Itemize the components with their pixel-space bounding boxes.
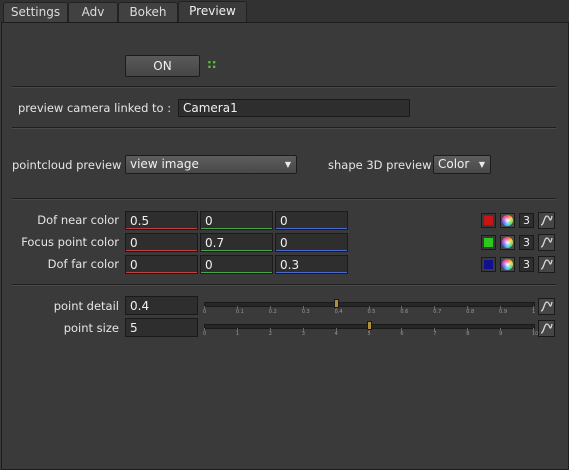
channel-count[interactable]: 3 [519, 213, 534, 228]
color-label: Dof near color [37, 213, 119, 227]
on-button[interactable]: ON [125, 55, 200, 77]
tab-bar: Settings Adv Bokeh Preview [0, 0, 569, 23]
color-wheel-icon[interactable] [500, 213, 515, 228]
slider-tick-label: 5 [367, 331, 371, 337]
divider [12, 284, 556, 286]
slider-track[interactable] [204, 302, 535, 307]
color-swatch[interactable] [481, 257, 496, 272]
color-swatch[interactable] [481, 213, 496, 228]
slider-tick-label: 3 [301, 331, 305, 337]
color-wheel-icon[interactable] [500, 257, 515, 272]
slider-tick-label: 0 [203, 309, 207, 315]
blue-field[interactable]: 0 [275, 211, 348, 230]
slider-tick-label: 0.5 [367, 309, 376, 315]
slider-value-field[interactable]: 0.4 [125, 296, 198, 315]
pointcloud-value: view image [130, 157, 199, 171]
color-wheel-icon[interactable] [500, 235, 515, 250]
camera-field[interactable]: Camera1 [178, 99, 410, 117]
slider-tick-label: 0.1 [235, 309, 244, 315]
slider-tick-label: 0 [203, 331, 207, 337]
slider-tick-label: 4 [334, 331, 338, 337]
color-swatch-fill [484, 260, 493, 269]
slider-label: point detail [53, 299, 119, 313]
slider-tick-label: 0.6 [400, 309, 409, 315]
green-field[interactable]: 0.7 [200, 233, 273, 252]
red-field[interactable]: 0.5 [125, 211, 198, 230]
shape-value: Color [438, 157, 470, 171]
slider-value-field[interactable]: 5 [125, 318, 198, 337]
color-label: Dof far color [47, 257, 119, 271]
on-indicator: :: [207, 57, 217, 71]
color-swatch[interactable] [481, 235, 496, 250]
slider-tick-label: 9 [499, 331, 503, 337]
dropdown-arrow-icon: ▼ [284, 160, 291, 169]
red-field[interactable]: 0 [125, 233, 198, 252]
divider [12, 127, 556, 129]
slider-tick-label: 7 [433, 331, 437, 337]
slider-tick-label: 0.9 [499, 309, 508, 315]
tab-adv[interactable]: Adv [68, 2, 118, 22]
tab-settings[interactable]: Settings [3, 2, 68, 22]
slider-tick-label: 0.2 [268, 309, 277, 315]
animation-curve-icon[interactable] [538, 320, 555, 337]
slider-tick-label: 0.8 [466, 309, 475, 315]
dropdown-arrow-icon: ▼ [478, 160, 485, 169]
pointcloud-label: pointcloud preview [12, 158, 122, 172]
blue-field[interactable]: 0.3 [275, 255, 348, 274]
color-swatch-fill [484, 216, 493, 225]
slider-tick-label: 1 [532, 309, 536, 315]
slider-tick-label: 2 [268, 331, 272, 337]
slider-tick-label: 0.3 [301, 309, 310, 315]
tab-preview[interactable]: Preview [178, 1, 247, 23]
green-field[interactable]: 0 [200, 211, 273, 230]
color-swatch-fill [484, 238, 493, 247]
divider [12, 86, 556, 88]
animation-curve-icon[interactable] [538, 212, 555, 229]
slider-handle[interactable] [366, 321, 372, 330]
blue-field[interactable]: 0 [275, 233, 348, 252]
slider-tick-label: 1 [235, 331, 240, 337]
slider-tick-label: 8 [466, 331, 470, 337]
animation-curve-icon[interactable] [538, 298, 555, 315]
slider-label: point size [63, 321, 119, 335]
tab-bokeh[interactable]: Bokeh [118, 2, 178, 22]
slider-tick-label: 0.7 [433, 309, 442, 315]
slider-tick-label: 6 [400, 331, 404, 337]
divider [12, 198, 556, 200]
shape-label: shape 3D preview [328, 158, 432, 172]
pointcloud-dropdown[interactable]: view image ▼ [125, 155, 297, 174]
shape-dropdown[interactable]: Color ▼ [433, 155, 491, 174]
channel-count[interactable]: 3 [519, 235, 534, 250]
color-label: Focus point color [21, 235, 119, 249]
channel-count[interactable]: 3 [519, 257, 534, 272]
animation-curve-icon[interactable] [538, 256, 555, 273]
slider-tick-label: 0.4 [334, 309, 343, 315]
green-field[interactable]: 0 [200, 255, 273, 274]
camera-label: preview camera linked to : [18, 101, 172, 115]
red-field[interactable]: 0 [125, 255, 198, 274]
slider-handle[interactable] [333, 299, 339, 308]
animation-curve-icon[interactable] [538, 234, 555, 251]
